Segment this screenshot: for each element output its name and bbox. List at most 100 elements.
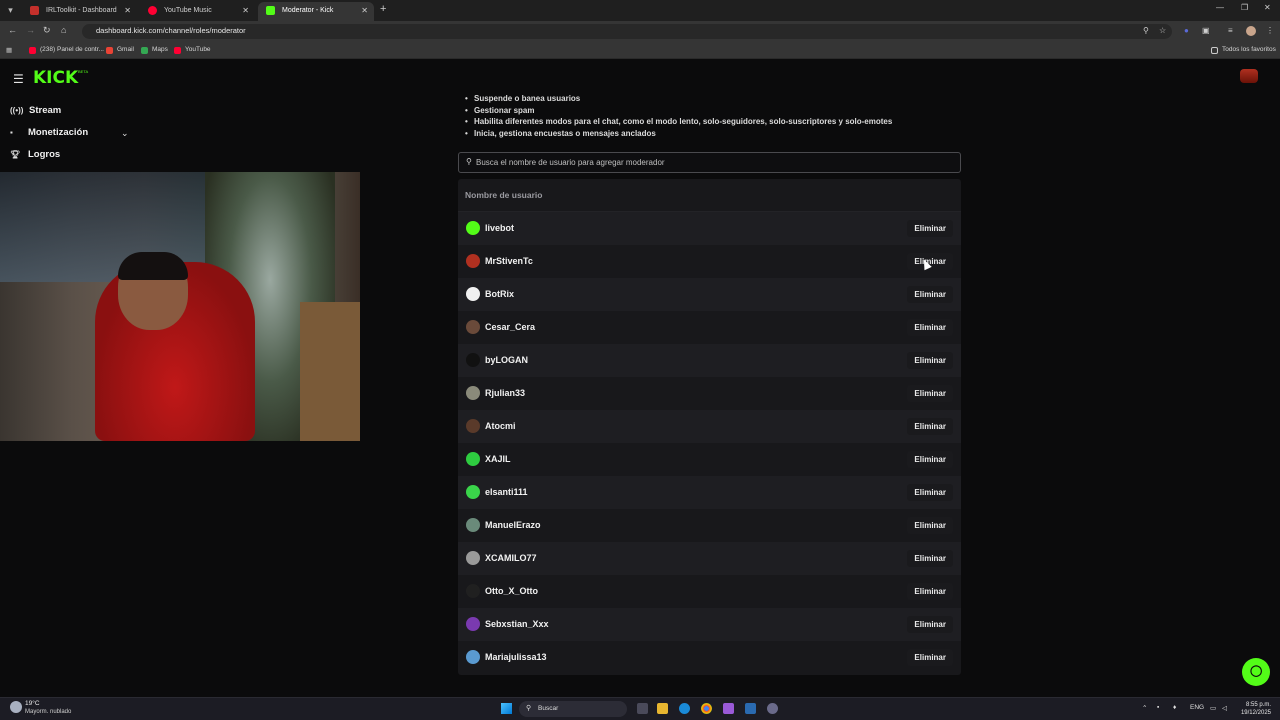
bookmark-star-icon[interactable]: ☆: [1159, 26, 1166, 35]
forward-icon[interactable]: →: [26, 25, 35, 35]
menu-dots-icon[interactable]: ⋮: [1266, 26, 1274, 35]
close-icon[interactable]: ✕: [361, 2, 368, 19]
moderator-username[interactable]: MrStivenTc: [485, 256, 533, 266]
microphone-icon[interactable]: ♦: [1173, 704, 1176, 711]
tray-chevron-up-icon[interactable]: ⌃: [1142, 704, 1147, 712]
avatar: [466, 485, 480, 499]
close-icon[interactable]: ✕: [242, 2, 249, 19]
moderator-username[interactable]: Atocmi: [485, 421, 516, 431]
avatar: [466, 617, 480, 631]
hamburger-menu-icon[interactable]: ☰: [13, 72, 24, 86]
remove-moderator-button[interactable]: Eliminar: [907, 550, 953, 567]
moderator-username[interactable]: XAJIL: [485, 454, 511, 464]
remove-moderator-button[interactable]: Eliminar: [907, 286, 953, 303]
moderator-username[interactable]: Mariajulissa13: [485, 652, 547, 662]
network-icon[interactable]: ▭: [1210, 704, 1216, 712]
support-chat-button[interactable]: ◯: [1242, 658, 1270, 686]
extensions-puzzle-icon[interactable]: ▣: [1202, 26, 1210, 35]
remove-moderator-button[interactable]: Eliminar: [907, 220, 953, 237]
tab-youtube-music[interactable]: YouTube Music ✕: [140, 2, 255, 21]
moderator-username[interactable]: ManuelErazo: [485, 520, 541, 530]
moderator-username[interactable]: Cesar_Cera: [485, 322, 535, 332]
all-bookmarks-label: Todos los favoritos: [1222, 46, 1276, 53]
user-avatar[interactable]: [1240, 69, 1258, 83]
sidebar-item-monetization[interactable]: ▪ Monetización: [10, 125, 88, 141]
language-indicator[interactable]: ENG: [1190, 704, 1204, 711]
url-field[interactable]: dashboard.kick.com/channel/roles/moderat…: [82, 24, 1172, 39]
table-row: elsanti111 Eliminar: [458, 476, 961, 509]
task-view-icon[interactable]: [637, 703, 648, 714]
clock-date: 19/12/2025: [1240, 710, 1271, 716]
sidebar-item-stream[interactable]: ((•)) Stream: [10, 103, 61, 119]
webcam-shelf: [300, 302, 360, 441]
tab-label: IRLToolkit - Dashboard: [46, 7, 117, 14]
new-tab-icon[interactable]: +: [380, 3, 386, 15]
table-row: byLOGAN Eliminar: [458, 344, 961, 377]
tray-app-icon[interactable]: ▪: [1157, 704, 1159, 711]
moderator-username[interactable]: byLOGAN: [485, 355, 528, 365]
add-moderator-search: ⚲: [458, 152, 961, 173]
home-icon[interactable]: ⌂: [61, 25, 66, 35]
bookmark-panel[interactable]: (238) Panel de contr...: [29, 46, 104, 54]
moderator-username[interactable]: Sebxstian_Xxx: [485, 619, 549, 629]
moderator-username[interactable]: XCAMILO77: [485, 553, 537, 563]
moderator-username[interactable]: elsanti111: [485, 487, 528, 497]
taskbar-search[interactable]: ⚲ Buscar: [519, 701, 627, 717]
windows-start-icon[interactable]: [501, 703, 512, 714]
avatar: [466, 386, 480, 400]
close-icon[interactable]: ✕: [124, 2, 131, 19]
webcam-overlay: [0, 172, 360, 441]
bookmark-youtube[interactable]: YouTube: [174, 46, 211, 54]
remove-moderator-button[interactable]: Eliminar: [907, 517, 953, 534]
remove-moderator-button[interactable]: Eliminar: [907, 418, 953, 435]
beta-badge: BETA: [78, 69, 89, 74]
back-icon[interactable]: ←: [8, 25, 17, 35]
tab-irltoolkit[interactable]: IRLToolkit - Dashboard ✕: [22, 2, 137, 21]
moderator-username[interactable]: Rjulian33: [485, 388, 525, 398]
capcut-icon[interactable]: [723, 703, 734, 714]
sidebar-item-label: Stream: [29, 105, 62, 116]
all-bookmarks[interactable]: Todos los favoritos: [1211, 46, 1276, 54]
file-explorer-icon[interactable]: [657, 703, 668, 714]
restore-icon[interactable]: ❐: [1241, 3, 1248, 12]
moderator-username[interactable]: BotRix: [485, 289, 514, 299]
remove-moderator-button[interactable]: Eliminar: [907, 319, 953, 336]
tab-moderator-kick[interactable]: Moderator - Kick Dashboard ✕: [258, 2, 374, 31]
table-row: Atocmi Eliminar: [458, 410, 961, 443]
reload-icon[interactable]: ↻: [43, 25, 51, 36]
profile-avatar[interactable]: [1246, 26, 1256, 36]
remove-moderator-button[interactable]: Eliminar: [907, 451, 953, 468]
remove-moderator-button[interactable]: Eliminar: [907, 616, 953, 633]
close-window-icon[interactable]: ✕: [1264, 3, 1271, 12]
windows-taskbar: 19°C Mayorm. nublado ⚲ Buscar ⌃ ▪ ♦ ENG …: [0, 697, 1280, 720]
remove-moderator-button[interactable]: Eliminar: [907, 352, 953, 369]
address-bar-row: ← → ↻ ⌂ dashboard.kick.com/channel/roles…: [0, 21, 1280, 42]
tab-search-icon[interactable]: ▾: [4, 4, 17, 17]
edge-icon[interactable]: [679, 703, 690, 714]
extension-icon[interactable]: ●: [1184, 26, 1189, 35]
minimize-icon[interactable]: —: [1216, 3, 1224, 12]
permissions-list: Suspende o banea usuarios Gestionar spam…: [463, 93, 963, 139]
avatar: [466, 452, 480, 466]
avatar: [466, 221, 480, 235]
steam-icon[interactable]: [745, 703, 756, 714]
chrome-icon[interactable]: [701, 703, 712, 714]
kick-logo[interactable]: KICK: [33, 68, 78, 88]
media-control-icon[interactable]: ≡: [1228, 26, 1233, 35]
bookmark-gmail[interactable]: Gmail: [106, 46, 134, 54]
remove-moderator-button[interactable]: Eliminar: [907, 484, 953, 501]
search-input[interactable]: [476, 156, 946, 169]
chevron-down-icon[interactable]: ⌄: [121, 128, 129, 139]
remove-moderator-button[interactable]: Eliminar: [907, 583, 953, 600]
sidebar-item-achievements[interactable]: 🏆︎ Logros: [10, 147, 60, 163]
obs-icon[interactable]: [767, 703, 778, 714]
remove-moderator-button[interactable]: Eliminar: [907, 649, 953, 666]
apps-grid-icon[interactable]: ▦: [6, 46, 12, 54]
moderator-username[interactable]: livebot: [485, 223, 514, 233]
moderator-username[interactable]: Otto_X_Otto: [485, 586, 538, 596]
remove-moderator-button[interactable]: Eliminar: [907, 385, 953, 402]
bookmark-maps[interactable]: Maps: [141, 46, 168, 54]
zoom-icon[interactable]: ⚲: [1143, 26, 1149, 35]
volume-icon[interactable]: ◁: [1222, 704, 1227, 712]
system-clock[interactable]: 8:55 p.m. 19/12/2025: [1237, 701, 1271, 717]
